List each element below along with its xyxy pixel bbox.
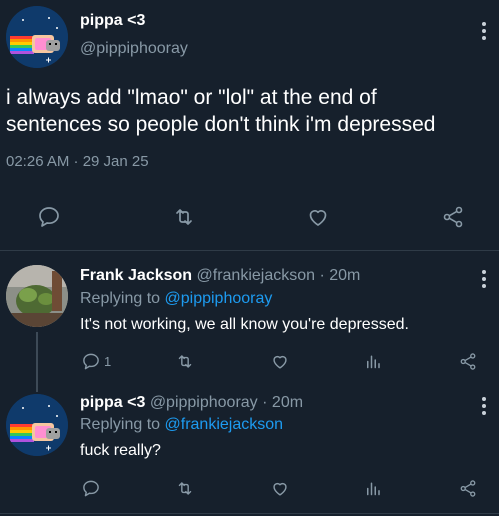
author-name[interactable]: pippa <3 xyxy=(80,12,145,30)
avatar[interactable] xyxy=(6,394,68,456)
author-name[interactable]: Frank Jackson xyxy=(80,267,192,284)
tweet-timestamp[interactable]: 02:26 AM · 29 Jan 25 xyxy=(6,153,149,170)
reply-text: It's not working, we all know you're dep… xyxy=(80,316,409,333)
like-icon[interactable] xyxy=(305,205,331,229)
reply-action-bar: 1 xyxy=(0,350,499,374)
author-handle[interactable]: @pippiphooray xyxy=(150,394,258,411)
replying-to: Replying to @frankiejackson xyxy=(80,416,283,434)
tweet-text-line-2: sentences so people don't think i'm depr… xyxy=(6,113,436,136)
main-action-bar xyxy=(0,200,499,234)
reply-icon[interactable] xyxy=(81,479,101,498)
share-icon[interactable] xyxy=(440,205,466,229)
divider xyxy=(0,513,499,514)
tweet-text: i always add "lmao" or "lol" at the end … xyxy=(6,84,496,138)
more-icon[interactable] xyxy=(482,270,486,288)
reply-count: 1 xyxy=(104,354,112,369)
reply-time[interactable]: · 20m xyxy=(319,267,360,284)
reply-icon[interactable] xyxy=(81,352,101,371)
share-icon[interactable] xyxy=(458,352,478,371)
reply-text: fuck really? xyxy=(80,442,161,459)
more-icon[interactable] xyxy=(482,397,486,415)
avatar[interactable] xyxy=(6,265,68,327)
more-icon[interactable] xyxy=(482,22,486,40)
reply-time[interactable]: · 20m xyxy=(262,394,303,411)
share-icon[interactable] xyxy=(458,479,478,498)
analytics-icon[interactable] xyxy=(364,352,382,371)
tweet-text-line-1: i always add "lmao" or "lol" at the end … xyxy=(6,86,377,109)
replying-to-handle[interactable]: @frankiejackson xyxy=(165,416,284,433)
reply-action-bar xyxy=(0,477,499,501)
avatar[interactable] xyxy=(6,6,68,68)
author-handle[interactable]: @frankiejackson xyxy=(197,267,316,284)
retweet-icon[interactable] xyxy=(171,205,197,229)
reply-icon[interactable] xyxy=(36,205,62,229)
divider xyxy=(0,250,499,251)
author-handle[interactable]: @pippiphooray xyxy=(80,40,188,58)
replying-to-label: Replying to xyxy=(80,290,161,307)
reply-header: Frank Jackson @frankiejackson · 20m xyxy=(80,267,360,285)
analytics-icon[interactable] xyxy=(364,479,382,498)
replying-to: Replying to @pippiphooray xyxy=(80,290,272,308)
like-icon[interactable] xyxy=(270,479,290,498)
author-name[interactable]: pippa <3 xyxy=(80,394,145,411)
retweet-icon[interactable] xyxy=(175,352,195,371)
replying-to-label: Replying to xyxy=(80,416,161,433)
reply-header: pippa <3 @pippiphooray · 20m xyxy=(80,394,303,412)
retweet-icon[interactable] xyxy=(175,479,195,498)
replying-to-handle[interactable]: @pippiphooray xyxy=(165,290,273,307)
like-icon[interactable] xyxy=(270,352,290,371)
